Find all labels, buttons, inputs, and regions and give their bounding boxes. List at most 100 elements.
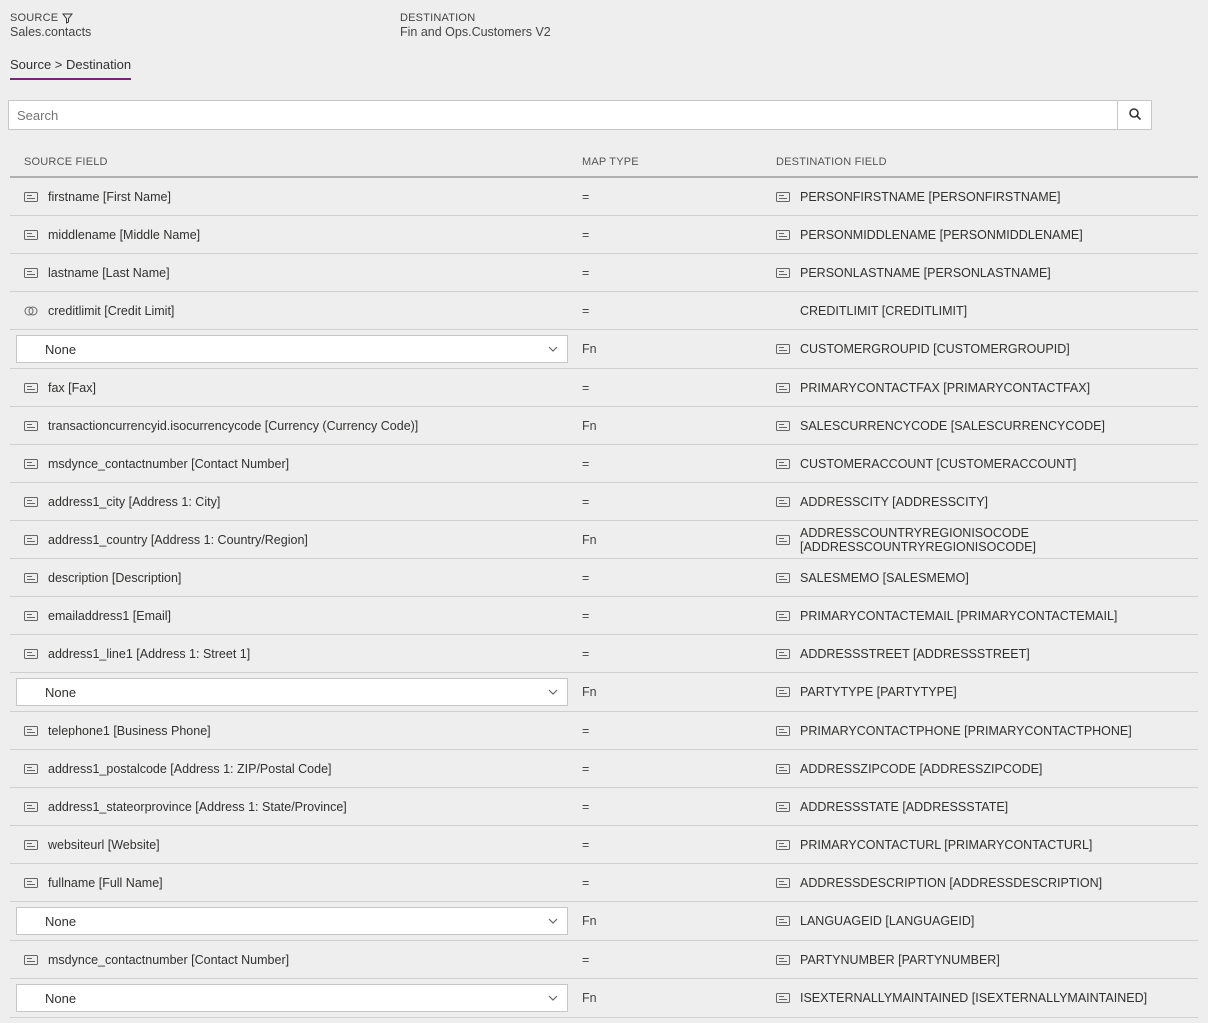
destination-cell: CUSTOMERACCOUNT [CUSTOMERACCOUNT]: [776, 457, 1198, 471]
text-field-icon: [24, 801, 38, 813]
col-source: SOURCE FIELD: [10, 156, 582, 168]
table-row[interactable]: middlename [Middle Name]=PERSONMIDDLENAM…: [10, 216, 1198, 254]
search-input[interactable]: [9, 101, 1117, 129]
source-cell: transactioncurrencyid.isocurrencycode [C…: [10, 419, 582, 433]
table-row[interactable]: emailaddress1 [Email]=PRIMARYCONTACTEMAI…: [10, 597, 1198, 635]
table-row[interactable]: lastname [Last Name]=PERSONLASTNAME [PER…: [10, 254, 1198, 292]
table-row[interactable]: address1_city [Address 1: City]=ADDRESSC…: [10, 483, 1198, 521]
source-field-label: address1_country [Address 1: Country/Reg…: [48, 533, 308, 547]
table-row[interactable]: address1_postalcode [Address 1: ZIP/Post…: [10, 750, 1198, 788]
source-cell: telephone1 [Business Phone]: [10, 724, 582, 738]
search-button[interactable]: [1117, 101, 1151, 129]
text-field-icon: [776, 572, 790, 584]
text-field-icon: [776, 763, 790, 775]
destination-field-label: CUSTOMERGROUPID [CUSTOMERGROUPID]: [800, 342, 1070, 356]
table-row[interactable]: None Fn LANGUAGEID [LANGUAGEID]: [10, 902, 1198, 941]
map-type-cell: Fn: [582, 685, 776, 699]
source-field-label: address1_postalcode [Address 1: ZIP/Post…: [48, 762, 332, 776]
text-field-icon: [776, 801, 790, 813]
text-field-icon: [24, 763, 38, 775]
destination-cell: PARTYNUMBER [PARTYNUMBER]: [776, 953, 1198, 967]
text-field-icon: [24, 191, 38, 203]
destination-field-label: SALESMEMO [SALESMEMO]: [800, 571, 969, 585]
source-dropdown[interactable]: None: [16, 678, 568, 706]
search-wrap: [0, 80, 1208, 140]
table-row[interactable]: address1_line1 [Address 1: Street 1]=ADD…: [10, 635, 1198, 673]
tab-row: Source > Destination: [0, 43, 1208, 80]
text-field-icon: [24, 458, 38, 470]
filter-icon[interactable]: [62, 13, 73, 24]
destination-cell: PARTYTYPE [PARTYTYPE]: [776, 685, 1198, 699]
mapping-table: SOURCE FIELD MAP TYPE DESTINATION FIELD …: [10, 146, 1198, 1018]
currency-icon: [24, 305, 38, 317]
text-field-icon: [776, 534, 790, 546]
table-row[interactable]: description [Description]=SALESMEMO [SAL…: [10, 559, 1198, 597]
destination-field-label: PRIMARYCONTACTFAX [PRIMARYCONTACTFAX]: [800, 381, 1090, 395]
text-field-icon: [776, 725, 790, 737]
table-row[interactable]: fax [Fax]=PRIMARYCONTACTFAX [PRIMARYCONT…: [10, 369, 1198, 407]
source-field-label: firstname [First Name]: [48, 190, 171, 204]
destination-block: DESTINATION Fin and Ops.Customers V2: [400, 12, 551, 39]
text-field-icon: [24, 954, 38, 966]
source-dropdown[interactable]: None: [16, 907, 568, 935]
table-row[interactable]: fullname [Full Name]=ADDRESSDESCRIPTION …: [10, 864, 1198, 902]
destination-cell: PERSONMIDDLENAME [PERSONMIDDLENAME]: [776, 228, 1198, 242]
map-type-cell: =: [582, 457, 776, 471]
source-cell: address1_city [Address 1: City]: [10, 495, 582, 509]
table-row[interactable]: None Fn PARTYTYPE [PARTYTYPE]: [10, 673, 1198, 712]
destination-field-label: PERSONLASTNAME [PERSONLASTNAME]: [800, 266, 1051, 280]
table-row[interactable]: msdynce_contactnumber [Contact Number]=C…: [10, 445, 1198, 483]
source-field-label: creditlimit [Credit Limit]: [48, 304, 174, 318]
table-row[interactable]: None Fn CUSTOMERGROUPID [CUSTOMERGROUPID]: [10, 330, 1198, 369]
source-field-label: lastname [Last Name]: [48, 266, 170, 280]
destination-cell: PRIMARYCONTACTEMAIL [PRIMARYCONTACTEMAIL…: [776, 609, 1198, 623]
table-row[interactable]: NoneFnISEXTERNALLYMAINTAINED [ISEXTERNAL…: [10, 979, 1198, 1018]
source-field-label: address1_city [Address 1: City]: [48, 495, 220, 509]
destination-cell: PRIMARYCONTACTFAX [PRIMARYCONTACTFAX]: [776, 381, 1198, 395]
table-row[interactable]: creditlimit [Credit Limit]=CREDITLIMIT […: [10, 292, 1198, 330]
col-destination: DESTINATION FIELD: [776, 156, 1198, 168]
col-map: MAP TYPE: [582, 156, 776, 168]
dropdown-label: None: [45, 914, 76, 929]
text-field-icon: [24, 229, 38, 241]
source-cell: address1_line1 [Address 1: Street 1]: [10, 647, 582, 661]
source-dropdown[interactable]: None: [16, 335, 568, 363]
map-type-cell: =: [582, 838, 776, 852]
table-row[interactable]: websiteurl [Website]=PRIMARYCONTACTURL […: [10, 826, 1198, 864]
text-field-icon: [24, 648, 38, 660]
source-field-label: transactioncurrencyid.isocurrencycode [C…: [48, 419, 418, 433]
source-cell: address1_country [Address 1: Country/Reg…: [10, 533, 582, 547]
map-type-cell: Fn: [582, 914, 776, 928]
destination-field-label: PARTYTYPE [PARTYTYPE]: [800, 685, 957, 699]
text-field-icon: [24, 725, 38, 737]
table-row[interactable]: telephone1 [Business Phone]=PRIMARYCONTA…: [10, 712, 1198, 750]
text-field-icon: [24, 496, 38, 508]
table-row[interactable]: msdynce_contactnumber [Contact Number]=P…: [10, 941, 1198, 979]
destination-cell: SALESCURRENCYCODE [SALESCURRENCYCODE]: [776, 419, 1198, 433]
destination-cell: SALESMEMO [SALESMEMO]: [776, 571, 1198, 585]
destination-field-label: LANGUAGEID [LANGUAGEID]: [800, 914, 974, 928]
map-type-cell: Fn: [582, 342, 776, 356]
destination-cell: ADDRESSSTREET [ADDRESSSTREET]: [776, 647, 1198, 661]
table-row[interactable]: address1_country [Address 1: Country/Reg…: [10, 521, 1198, 559]
text-field-icon: [776, 382, 790, 394]
source-cell: None: [10, 678, 582, 706]
table-header: SOURCE FIELD MAP TYPE DESTINATION FIELD: [10, 146, 1198, 178]
table-row[interactable]: transactioncurrencyid.isocurrencycode [C…: [10, 407, 1198, 445]
destination-field-label: PRIMARYCONTACTPHONE [PRIMARYCONTACTPHONE…: [800, 724, 1132, 738]
source-dropdown[interactable]: None: [16, 984, 568, 1012]
destination-cell: PERSONLASTNAME [PERSONLASTNAME]: [776, 266, 1198, 280]
destination-field-label: PRIMARYCONTACTEMAIL [PRIMARYCONTACTEMAIL…: [800, 609, 1117, 623]
text-field-icon: [776, 458, 790, 470]
text-field-icon: [24, 610, 38, 622]
destination-field-label: ISEXTERNALLYMAINTAINED [ISEXTERNALLYMAIN…: [800, 991, 1147, 1005]
table-row[interactable]: firstname [First Name]=PERSONFIRSTNAME […: [10, 178, 1198, 216]
text-field-icon: [776, 420, 790, 432]
destination-field-label: ADDRESSSTATE [ADDRESSSTATE]: [800, 800, 1008, 814]
destination-label: DESTINATION: [400, 12, 551, 24]
source-cell: middlename [Middle Name]: [10, 228, 582, 242]
tab-source-destination[interactable]: Source > Destination: [10, 57, 131, 80]
source-field-label: websiteurl [Website]: [48, 838, 160, 852]
table-row[interactable]: address1_stateorprovince [Address 1: Sta…: [10, 788, 1198, 826]
source-cell: msdynce_contactnumber [Contact Number]: [10, 953, 582, 967]
